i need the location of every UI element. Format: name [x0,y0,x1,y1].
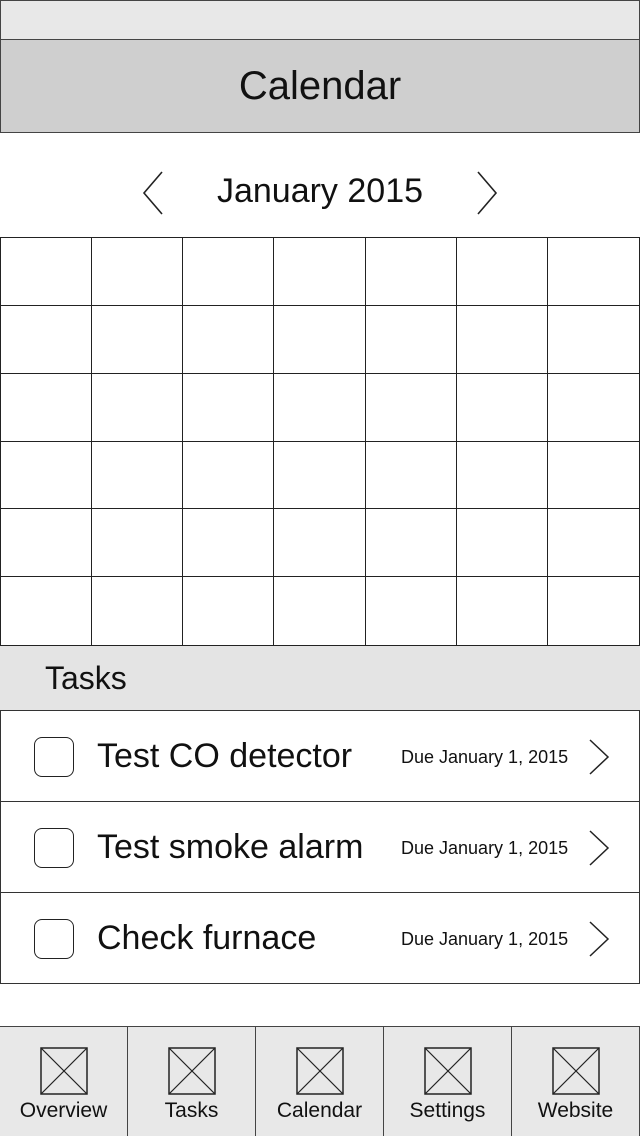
tasks-section-header: Tasks [0,646,640,710]
calendar-day-cell[interactable] [274,238,366,306]
calendar-day-cell[interactable] [274,509,366,578]
calendar-day-cell[interactable] [92,305,184,374]
chevron-left-icon[interactable] [136,168,172,218]
calendar-day-cell[interactable] [92,441,184,510]
calendar-day-cell[interactable] [183,305,275,374]
calendar-day-cell[interactable] [456,305,548,374]
calendar-day-cell[interactable] [1,305,93,374]
calendar-day-cell[interactable] [1,441,93,510]
calendar-day-cell[interactable] [365,238,457,306]
title-bar: Calendar [0,39,640,133]
calendar-day-cell[interactable] [274,305,366,374]
calendar-day-cell[interactable] [183,238,275,306]
task-due-date: Due January 1, 2015 [401,838,569,858]
calendar-day-cell[interactable] [274,373,366,442]
calendar-day-cell[interactable] [456,509,548,578]
chevron-right-icon[interactable] [587,829,611,867]
tab-label: Settings [409,1099,486,1122]
placeholder-image-icon [423,1047,472,1095]
placeholder-image-icon [39,1047,88,1095]
bottom-tab-bar: Overview Tasks Calendar Settings Website [0,1026,640,1136]
placeholder-image-icon [167,1047,216,1095]
calendar-day-cell[interactable] [183,509,275,578]
month-label: January 2015 [216,172,424,210]
calendar-day-cell[interactable] [183,373,275,442]
calendar-day-cell[interactable] [547,509,639,578]
chevron-right-icon[interactable] [587,738,611,776]
tab-label: Overview [19,1099,108,1122]
task-checkbox[interactable] [34,737,74,777]
tab-overview[interactable]: Overview [0,1027,128,1136]
calendar-day-cell[interactable] [365,509,457,578]
tab-label: Tasks [164,1099,219,1122]
placeholder-image-icon [295,1047,344,1095]
tab-label: Calendar [276,1099,363,1122]
calendar-day-cell[interactable] [365,441,457,510]
calendar-day-cell[interactable] [456,373,548,442]
calendar-grid [0,237,640,646]
task-due-date: Due January 1, 2015 [401,929,569,949]
calendar-day-cell[interactable] [183,577,275,645]
calendar-day-cell[interactable] [92,577,184,645]
calendar-day-cell[interactable] [547,442,639,510]
tab-website[interactable]: Website [511,1027,640,1136]
calendar-day-cell[interactable] [456,441,548,510]
calendar-day-cell[interactable] [547,238,639,306]
tab-calendar[interactable]: Calendar [255,1027,384,1136]
month-navigation: January 2015 [0,160,640,226]
calendar-day-cell[interactable] [183,441,275,510]
calendar-day-cell[interactable] [1,509,93,578]
calendar-day-cell[interactable] [92,509,184,578]
page-title: Calendar [238,63,402,108]
chevron-right-icon[interactable] [587,920,611,958]
calendar-day-cell[interactable] [365,305,457,374]
task-row[interactable]: Test CO detector Due January 1, 2015 [0,710,640,802]
calendar-day-cell[interactable] [548,577,639,645]
status-bar [0,0,640,40]
task-due-date: Due January 1, 2015 [401,747,569,767]
calendar-day-cell[interactable] [274,441,366,510]
calendar-day-cell[interactable] [92,238,184,306]
calendar-day-cell[interactable] [92,373,184,442]
calendar-day-cell[interactable] [274,577,366,645]
tasks-heading: Tasks [45,660,127,696]
tab-settings[interactable]: Settings [383,1027,512,1136]
task-name: Check furnace [97,919,317,957]
chevron-right-icon[interactable] [468,168,504,218]
task-row[interactable]: Check furnace Due January 1, 2015 [0,892,640,984]
calendar-day-cell[interactable] [457,577,548,645]
calendar-day-cell[interactable] [365,373,457,442]
placeholder-image-icon [551,1047,600,1095]
task-name: Test smoke alarm [97,828,364,866]
calendar-day-cell[interactable] [1,373,93,442]
calendar-day-cell[interactable] [547,374,639,442]
task-checkbox[interactable] [34,919,74,959]
calendar-day-cell[interactable] [366,577,457,645]
task-row[interactable]: Test smoke alarm Due January 1, 2015 [0,801,640,893]
task-name: Test CO detector [97,737,353,775]
calendar-day-cell[interactable] [1,577,93,645]
tab-tasks[interactable]: Tasks [127,1027,256,1136]
calendar-day-cell[interactable] [547,306,639,374]
task-checkbox[interactable] [34,828,74,868]
calendar-day-cell[interactable] [1,238,93,306]
calendar-day-cell[interactable] [456,238,548,306]
tab-label: Website [537,1099,614,1122]
